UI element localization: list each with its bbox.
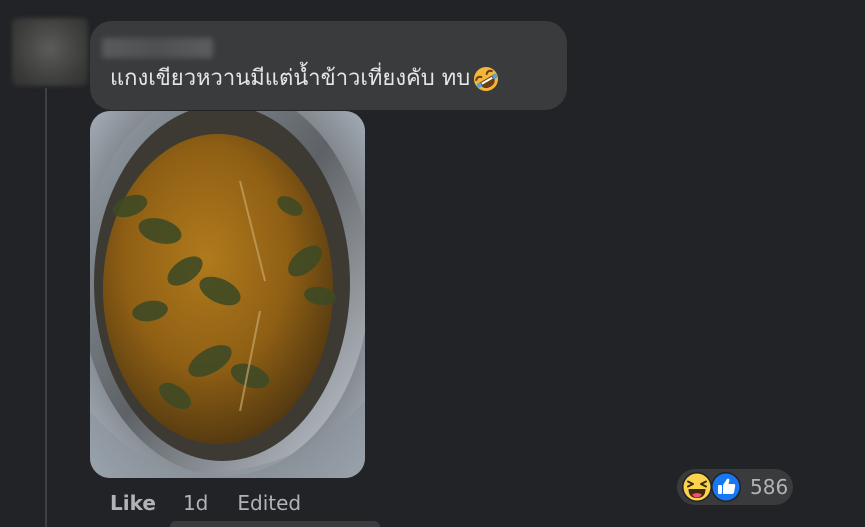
- like-reaction-icon: [711, 472, 741, 502]
- commenter-name[interactable]: [102, 38, 213, 58]
- curry-photo-image: [90, 111, 365, 478]
- next-comment-bubble: [170, 521, 380, 527]
- reaction-summary[interactable]: 586: [677, 469, 793, 505]
- reply-thread-line: [45, 88, 47, 527]
- reaction-count: 586: [750, 475, 789, 499]
- reaction-icons: [677, 469, 743, 505]
- comment-timestamp[interactable]: 1d: [183, 491, 208, 515]
- comment-text: แกงเขียวหวานมีแต่น้ำข้าวเที่ยงคับ ทบ: [110, 62, 500, 96]
- like-button[interactable]: Like: [110, 491, 156, 515]
- rolling-laughing-emoji-icon: [474, 67, 499, 91]
- comment-photo[interactable]: [90, 111, 365, 478]
- edited-label: Edited: [237, 491, 302, 515]
- comment-actions: Like 1d Edited: [110, 490, 301, 516]
- commenter-avatar[interactable]: [12, 18, 88, 86]
- comment-body: แกงเขียวหวานมีแต่น้ำข้าวเที่ยงคับ ทบ: [110, 66, 471, 91]
